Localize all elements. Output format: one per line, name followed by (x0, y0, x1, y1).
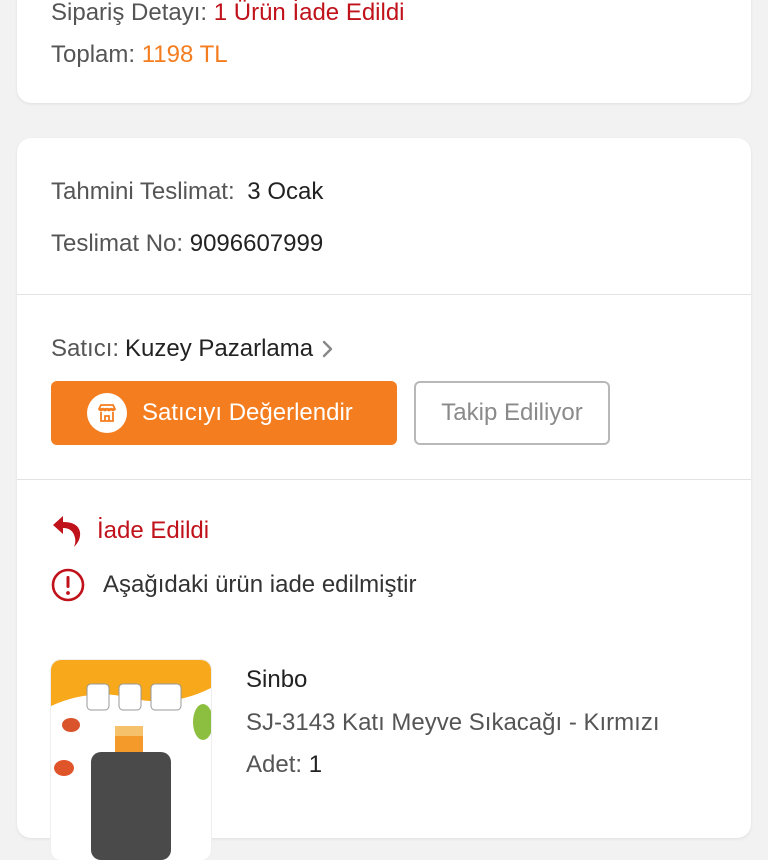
info-icon (51, 568, 85, 602)
product-quantity-value: 1 (308, 751, 323, 778)
seller-label: Satıcı: (51, 335, 120, 362)
product-image[interactable] (51, 660, 211, 860)
estimated-delivery-label: Tahmini Teslimat: (51, 178, 235, 205)
product-quantity-label: Adet: (246, 751, 303, 778)
estimated-delivery-row: Tahmini Teslimat: 3 Ocak (51, 178, 323, 206)
order-total-row: Toplam: 1198 TL (51, 41, 228, 69)
seller-name: Kuzey Pazarlama (125, 335, 314, 362)
return-status-title: İade Edildi (97, 517, 210, 544)
product-name[interactable]: SJ-3143 Katı Meyve Sıkacağı - Kırmızı (246, 709, 659, 737)
return-status-row: İade Edildi (51, 514, 209, 548)
follow-status-button[interactable]: Takip Ediliyor (414, 381, 610, 445)
return-arrow-icon (51, 514, 81, 548)
product-quantity-row: Adet: 1 (246, 751, 322, 779)
order-total-value: 1198 TL (141, 41, 228, 68)
delivery-number-label: Teslimat No: (51, 230, 184, 257)
delivery-number-row: Teslimat No: 9096607999 (51, 230, 323, 258)
order-total-label: Toplam: (51, 41, 136, 68)
order-detail-label: Sipariş Detayı: (51, 0, 208, 26)
follow-status-label: Takip Ediliyor (441, 399, 583, 426)
shipment-card: Tahmini Teslimat: 3 Ocak Teslimat No: 90… (17, 138, 751, 860)
order-detail-value: 1 Ürün İade Edildi (213, 0, 405, 26)
order-detail-row: Sipariş Detayı: 1 Ürün İade Edildi (51, 0, 405, 27)
return-info-text: Aşağıdaki ürün iade edilmiştir (103, 571, 417, 598)
product-brand: Sinbo (246, 666, 308, 693)
order-summary-card: Sipariş Detayı: 1 Ürün İade Edildi Topla… (17, 0, 751, 103)
return-info-row: Aşağıdaki ürün iade edilmiştir (51, 568, 417, 602)
divider (17, 479, 751, 480)
chevron-right-icon (321, 339, 335, 359)
estimated-delivery-value: 3 Ocak (247, 178, 324, 205)
seller-link[interactable]: Satıcı: Kuzey Pazarlama (51, 335, 335, 363)
divider (17, 294, 751, 295)
rate-seller-button[interactable]: Satıcıyı Değerlendir (51, 381, 397, 445)
rate-seller-label: Satıcıyı Değerlendir (142, 399, 353, 426)
delivery-number-value: 9096607999 (189, 230, 324, 257)
store-icon (87, 393, 127, 433)
